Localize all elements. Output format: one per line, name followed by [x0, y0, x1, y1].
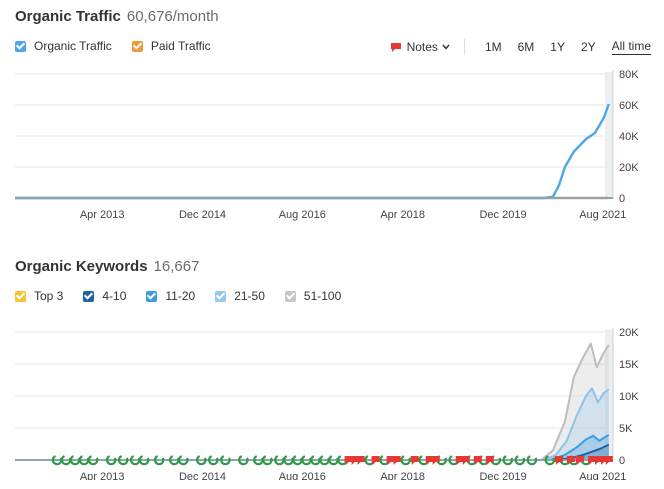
y-tick-label: 60K	[619, 100, 639, 112]
checkbox-icon[interactable]	[131, 40, 143, 52]
legend-label: Paid Traffic	[150, 39, 211, 53]
organic-keywords-panel: Organic Keywords 16,667 Top 3 4-10 11-20…	[0, 250, 664, 489]
traffic-toolbar: Notes 1M 6M 1Y 2Y All time	[390, 39, 659, 55]
x-tick-label: Dec 2014	[179, 209, 226, 221]
notes-label: Notes	[406, 40, 438, 54]
toolbar-divider	[463, 39, 465, 55]
series-line	[15, 387, 610, 461]
x-tick-label: Apr 2013	[80, 209, 125, 221]
series-line	[15, 342, 610, 461]
range-2y-button[interactable]: 2Y	[581, 40, 596, 54]
note-marker-icon	[410, 456, 419, 465]
legend-organic-traffic[interactable]: Organic Traffic	[15, 39, 112, 53]
note-marker-icon	[392, 456, 401, 465]
x-tick-label: Aug 2016	[279, 209, 326, 221]
series-area	[15, 343, 609, 460]
y-tick-label: 5K	[619, 423, 633, 435]
traffic-title-row: Organic Traffic 60,676/month	[15, 8, 219, 25]
range-6m-button[interactable]: 6M	[518, 40, 535, 54]
organic-traffic-panel: Organic Traffic 60,676/month Organic Tra…	[0, 0, 664, 240]
note-marker-icon	[604, 456, 613, 465]
latest-period-band	[605, 72, 613, 198]
series-line	[15, 103, 610, 200]
x-tick-label: Aug 2021	[579, 471, 626, 480]
speech-bubble-icon	[390, 42, 401, 52]
legend-paid-traffic[interactable]: Paid Traffic	[131, 39, 211, 53]
x-tick-label: Dec 2019	[479, 209, 526, 221]
series-area	[15, 388, 609, 460]
notes-dropdown[interactable]: Notes	[390, 40, 450, 54]
y-tick-label: 80K	[619, 69, 639, 81]
y-tick-label: 10K	[619, 391, 639, 403]
traffic-metric: 60,676/month	[126, 8, 219, 25]
x-tick-label: Dec 2019	[479, 471, 526, 480]
x-tick-label: Aug 2021	[579, 209, 626, 221]
range-all-time-button[interactable]: All time	[611, 39, 651, 55]
checkbox-icon[interactable]	[15, 40, 26, 52]
y-tick-label: 20K	[619, 327, 639, 339]
traffic-title: Organic Traffic	[15, 8, 121, 25]
traffic-chart: 0 20K 40K 60K 80K Apr 2013 Dec 2014 Aug 2016 Apr…	[15, 69, 639, 221]
y-tick-label: 0	[619, 193, 625, 205]
range-1m-button[interactable]: 1M	[485, 40, 502, 54]
x-tick-label: Dec 2014	[179, 471, 226, 480]
x-tick-label: Apr 2018	[380, 209, 425, 221]
keywords-chart: 0 5K 10K 15K 20K Apr 2013 Dec 2014 Aug 2016 Apr …	[15, 327, 639, 480]
chevron-down-icon	[442, 44, 450, 50]
x-tick-label: Apr 2013	[80, 471, 125, 480]
y-tick-label: 20K	[619, 162, 639, 174]
y-tick-label: 0	[619, 455, 625, 467]
traffic-legend: Organic Traffic Paid Traffic	[15, 39, 231, 53]
legend-label: Organic Traffic	[34, 39, 112, 53]
range-1y-button[interactable]: 1Y	[550, 40, 565, 54]
y-tick-label: 15K	[619, 359, 639, 371]
x-tick-label: Aug 2016	[279, 471, 326, 480]
note-marker-icon	[356, 456, 365, 465]
x-tick-label: Apr 2018	[380, 471, 425, 480]
y-tick-label: 40K	[619, 131, 639, 143]
note-marker-icon	[371, 456, 380, 465]
